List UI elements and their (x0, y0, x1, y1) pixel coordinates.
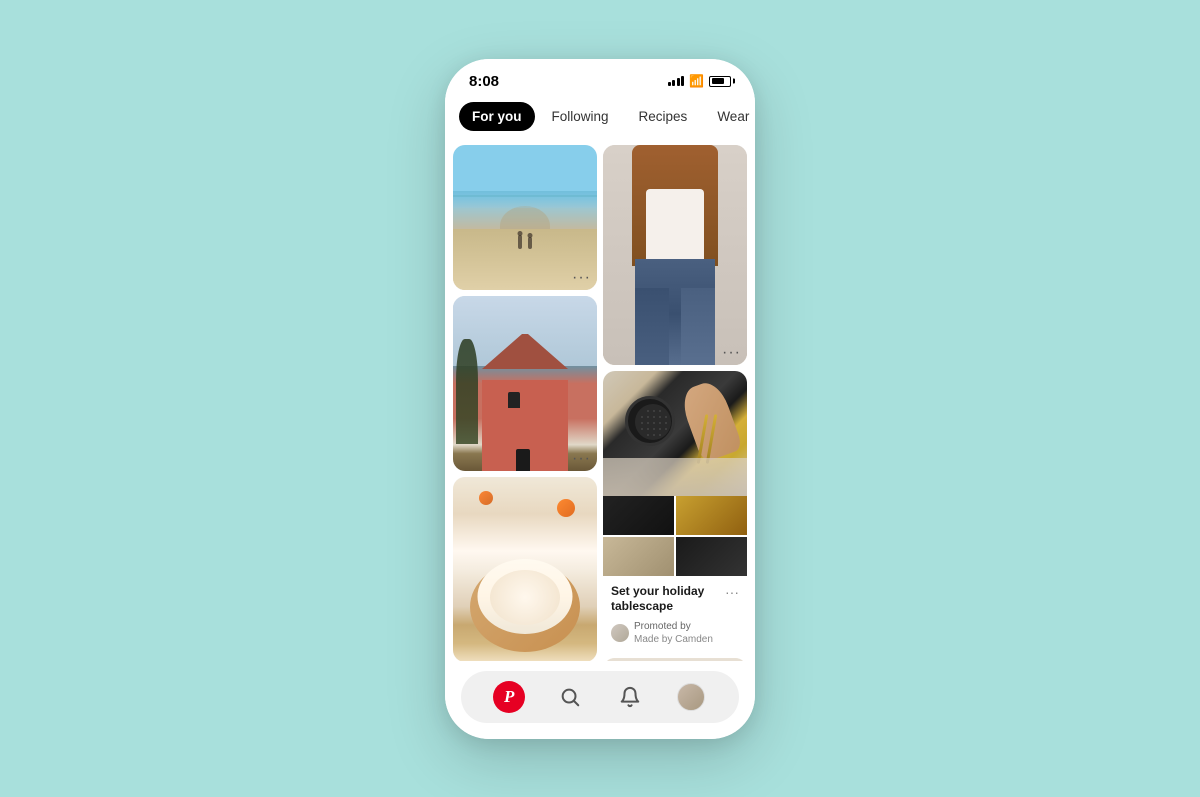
more-dots-fashion[interactable]: ··· (722, 345, 741, 361)
beach-figures (518, 235, 532, 249)
status-time: 8:08 (469, 73, 499, 90)
pin-beach-card[interactable]: ··· (453, 145, 597, 290)
more-dots-house[interactable]: ··· (572, 451, 591, 467)
promoted-text: Promoted by Made by Camden (634, 620, 713, 646)
content-area: ··· (445, 141, 755, 661)
nav-profile[interactable] (673, 679, 709, 715)
battery-fill (712, 78, 725, 84)
pinterest-logo: P (493, 681, 525, 713)
signal-icon (668, 76, 685, 86)
wifi-icon: 📶 (689, 74, 704, 88)
more-dots-table[interactable]: ··· (725, 584, 739, 600)
nav-home[interactable]: P (491, 679, 527, 715)
pin-house-card[interactable]: ··· (453, 296, 597, 471)
pin-food-card[interactable] (453, 477, 597, 661)
pin-table-title: Set your holiday tablescape (611, 584, 725, 615)
tabs-bar: For you Following Recipes Wear (445, 96, 755, 141)
pin-beach-image (453, 145, 597, 290)
pin-grid: ··· (445, 141, 755, 661)
pin-table-mosaic (603, 496, 747, 576)
search-icon (559, 686, 581, 708)
bell-icon (619, 686, 641, 708)
pin-room-card[interactable] (603, 658, 747, 661)
pin-fashion-image (603, 145, 747, 365)
promoted-brand: Made by Camden (634, 633, 713, 646)
nav-notifications[interactable] (612, 679, 648, 715)
phone-frame: 8:08 📶 For you Following Recipes Wear (445, 59, 755, 739)
pin-table-image-top (603, 371, 747, 496)
nav-pill: P (461, 671, 739, 723)
pin-table-label: Set your holiday tablescape ··· Promoted… (603, 576, 747, 652)
pinterest-p: P (504, 687, 514, 707)
pin-room-image (603, 658, 747, 661)
promoted-avatar (611, 624, 629, 642)
status-bar: 8:08 📶 (445, 59, 755, 96)
bottom-nav: P (445, 661, 755, 739)
more-dots-beach[interactable]: ··· (572, 270, 591, 286)
battery-icon (709, 76, 731, 87)
tab-wear[interactable]: Wear (704, 102, 755, 131)
status-icons: 📶 (668, 74, 731, 88)
pin-table-card[interactable]: Set your holiday tablescape ··· Promoted… (603, 371, 747, 652)
nav-search[interactable] (552, 679, 588, 715)
tab-recipes[interactable]: Recipes (626, 102, 701, 131)
right-column: ··· (603, 145, 747, 661)
pin-fashion-card[interactable]: ··· (603, 145, 747, 365)
left-column: ··· (453, 145, 597, 661)
profile-avatar (677, 683, 705, 711)
pin-food-image (453, 477, 597, 661)
tab-following[interactable]: Following (539, 102, 622, 131)
pin-house-image (453, 296, 597, 471)
tab-for-you[interactable]: For you (459, 102, 535, 131)
pin-promoted-info: Promoted by Made by Camden (611, 620, 739, 646)
